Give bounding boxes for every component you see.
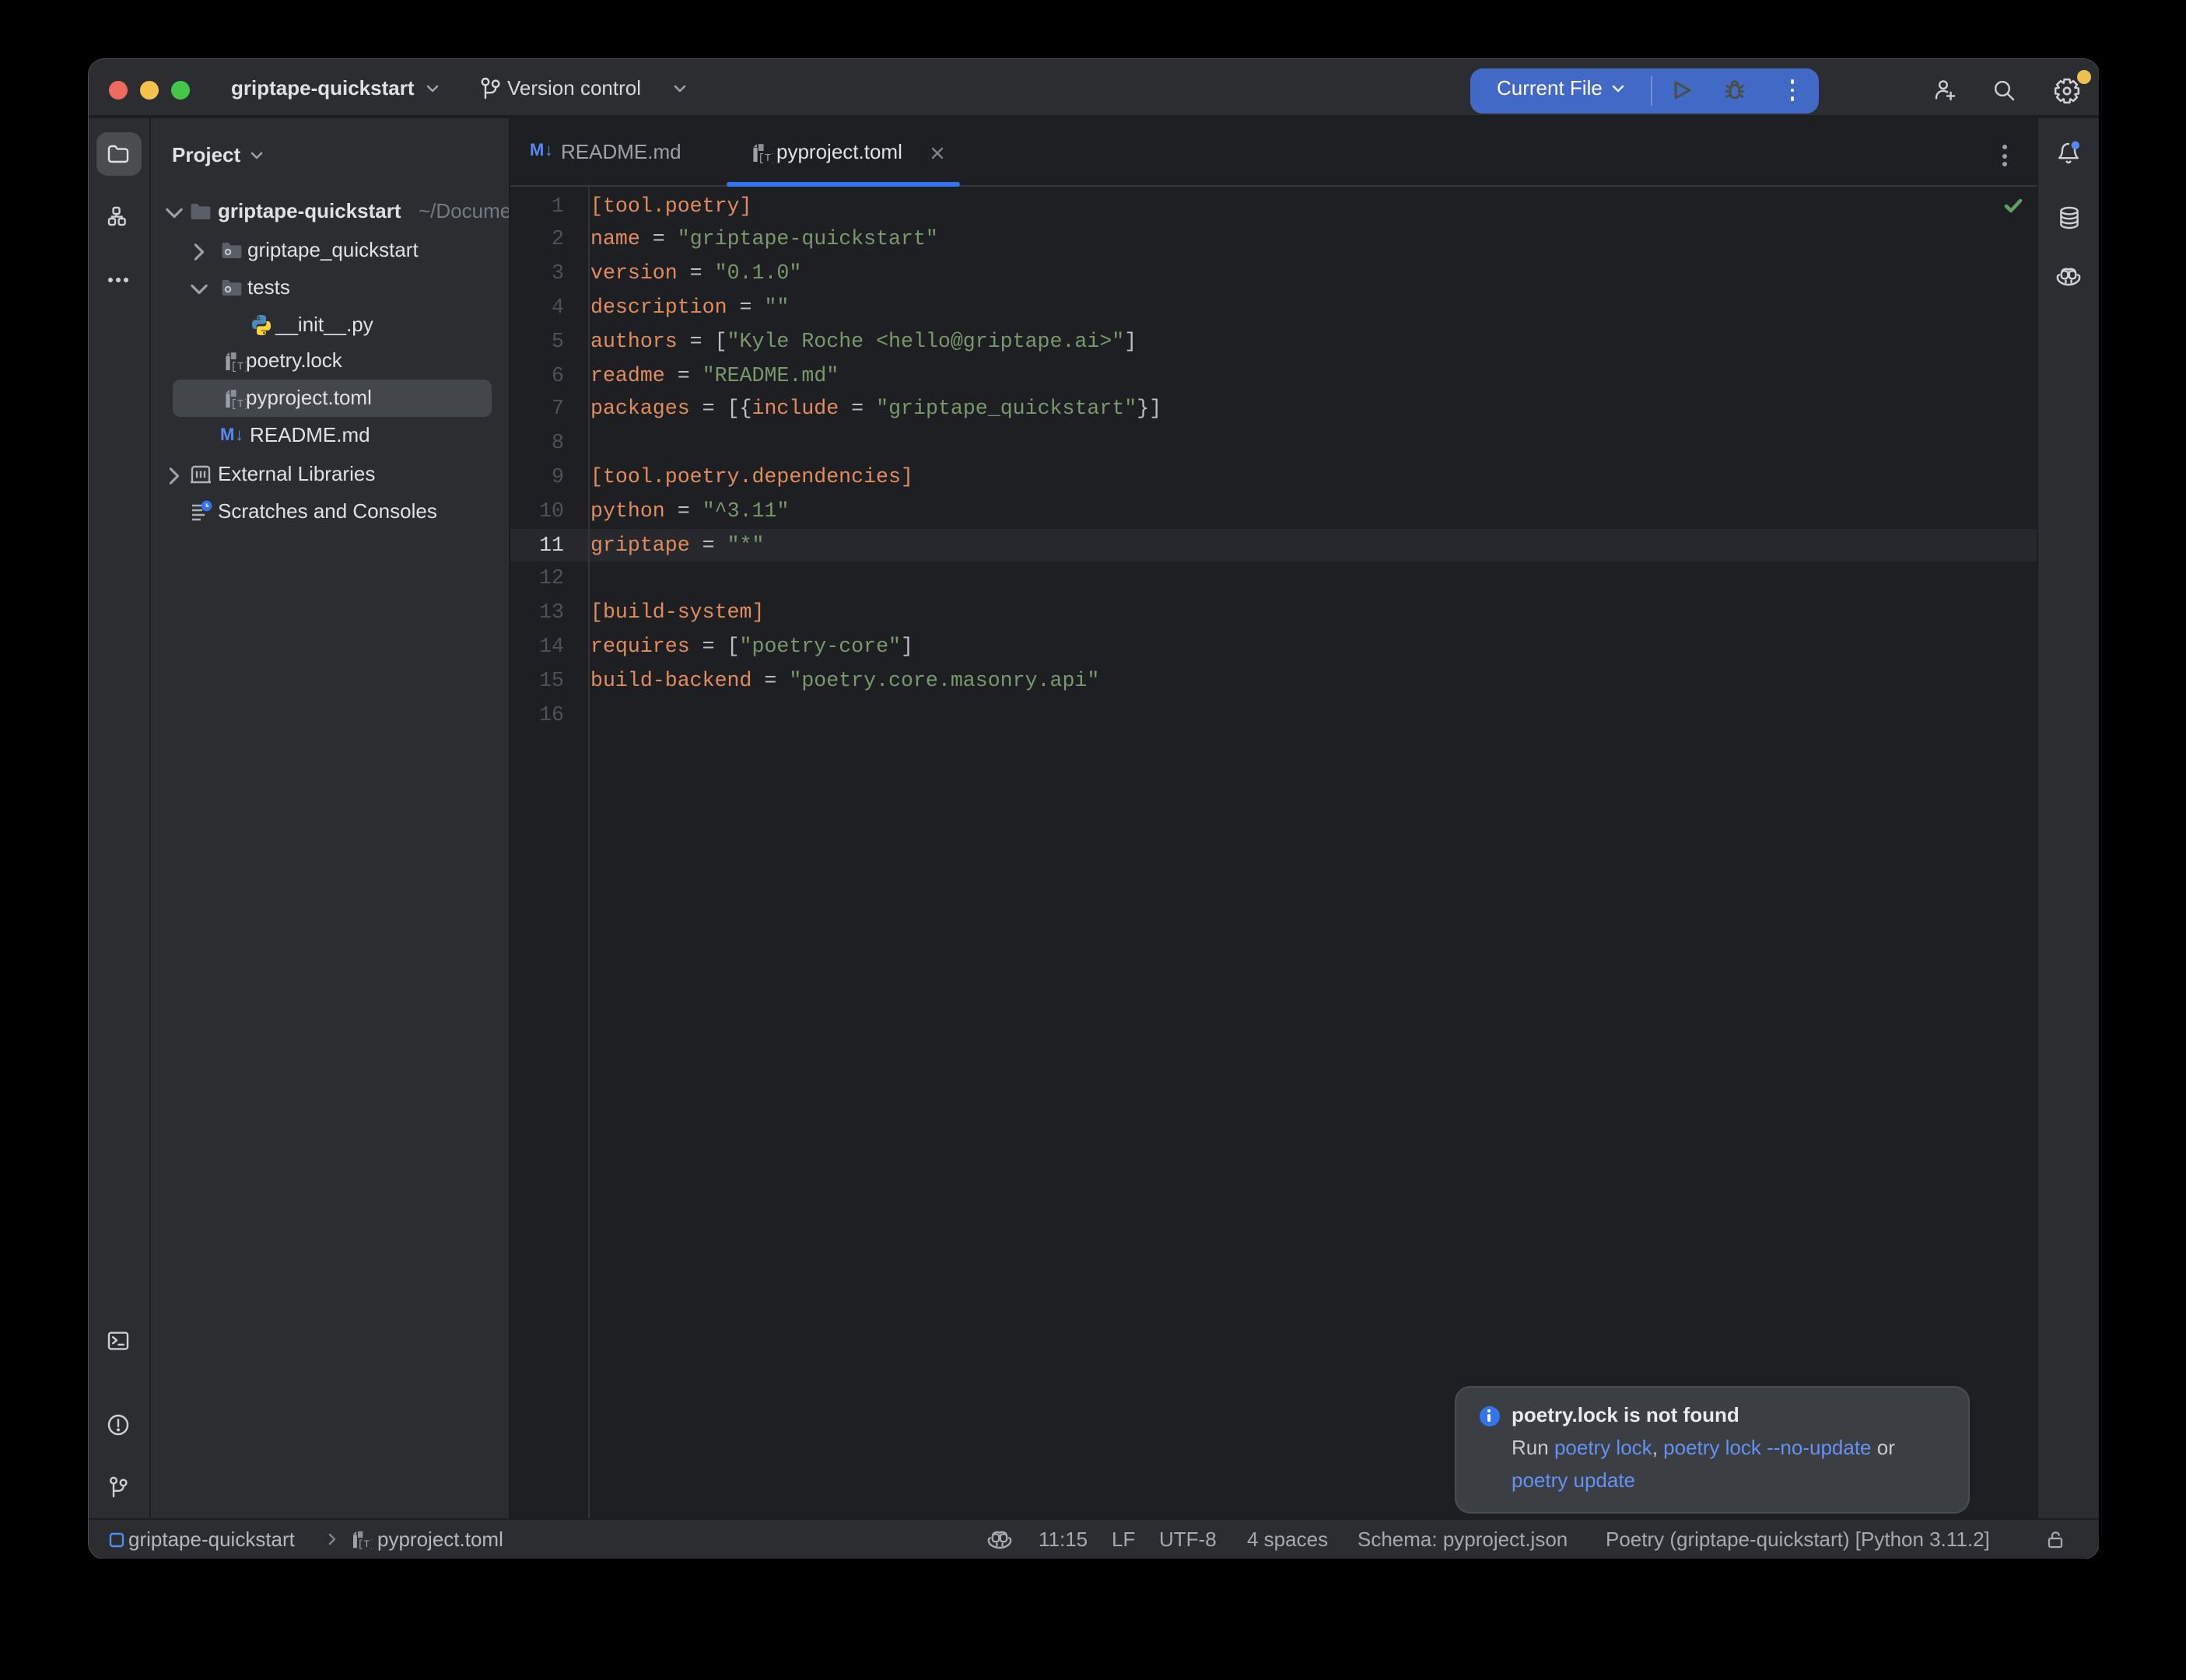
- svg-text:[T]: [T]: [357, 1538, 371, 1549]
- svg-text:[T]: [T]: [230, 398, 246, 411]
- svg-text:[T]: [T]: [230, 361, 246, 373]
- svg-text:[T]: [T]: [758, 152, 773, 165]
